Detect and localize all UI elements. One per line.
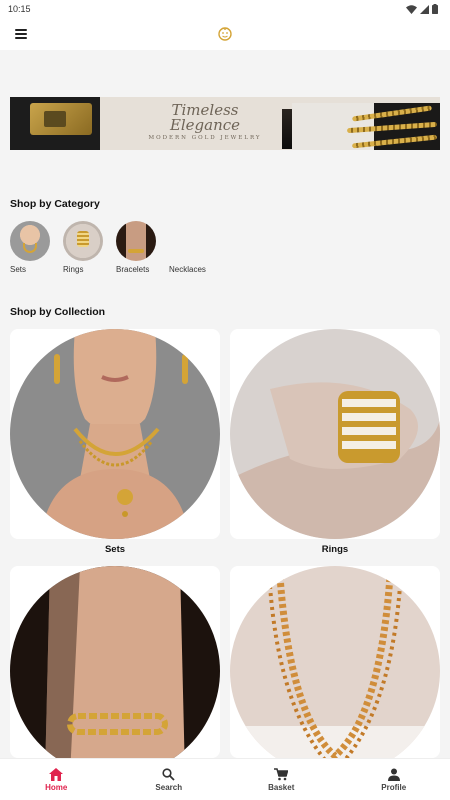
home-icon: [49, 767, 64, 781]
category-item-necklaces[interactable]: Necklaces: [169, 221, 209, 275]
collection-image-rings: [230, 329, 440, 539]
banner-product-image: [10, 97, 100, 150]
promo-banner[interactable]: Timeless Elegance MODERN GOLD JEWELRY: [10, 97, 440, 150]
hamburger-icon: [15, 29, 27, 31]
collection-card-bracelets[interactable]: [10, 566, 220, 758]
collection-label-rings: Rings: [321, 544, 349, 555]
nav-home[interactable]: Home: [0, 759, 113, 800]
nav-profile[interactable]: Profile: [338, 759, 450, 800]
banner-title-line2: Elegance: [169, 116, 241, 134]
status-time: 10:15: [8, 4, 31, 14]
status-icons: [406, 4, 438, 14]
banner-subtitle: MODERN GOLD JEWELRY: [148, 135, 262, 141]
category-section-title: Shop by Category: [10, 198, 100, 210]
category-item-sets[interactable]: Sets: [10, 221, 50, 275]
category-thumb-sets: [10, 221, 50, 261]
person-icon: [387, 768, 400, 781]
collection-card-rings[interactable]: [230, 329, 440, 539]
cart-icon: [274, 767, 289, 780]
collection-card-necklaces[interactable]: [230, 566, 440, 758]
category-list: Sets Rings Bracelets Necklaces: [10, 221, 209, 275]
banner-chain-image: [292, 103, 440, 150]
collection-image-necklaces: [230, 566, 440, 758]
collection-card-sets[interactable]: [10, 329, 220, 539]
status-bar: 10:15: [0, 0, 450, 18]
app-bar: [0, 18, 450, 50]
category-item-bracelets[interactable]: Bracelets: [116, 221, 156, 275]
collection-image-sets: [10, 329, 220, 539]
menu-button[interactable]: [10, 24, 32, 44]
collection-section-title: Shop by Collection: [10, 306, 106, 318]
category-thumb-bracelets: [116, 221, 156, 261]
wifi-icon: [406, 4, 417, 14]
bottom-navigation: Home Search Basket Profile: [0, 758, 450, 800]
banner-text: Timeless Elegance MODERN GOLD JEWELRY: [130, 103, 280, 142]
nav-search[interactable]: Search: [113, 759, 226, 800]
nav-basket[interactable]: Basket: [225, 759, 338, 800]
category-thumb-necklaces: [169, 221, 209, 261]
category-item-rings[interactable]: Rings: [63, 221, 103, 275]
search-icon: [162, 767, 175, 781]
collection-image-bracelets: [10, 566, 220, 758]
category-thumb-rings: [63, 221, 103, 261]
collection-label-sets: Sets: [104, 544, 126, 555]
battery-icon: [432, 4, 438, 14]
signal-icon: [420, 4, 429, 14]
brand-logo-icon: [218, 27, 232, 41]
